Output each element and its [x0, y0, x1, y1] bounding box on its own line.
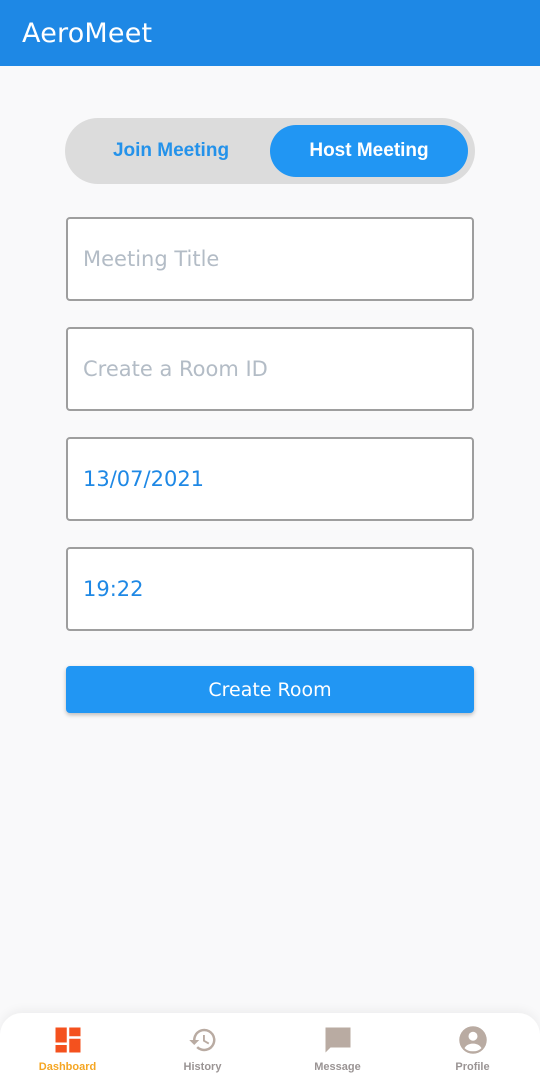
- bottom-navigation: Dashboard History Message Profile: [0, 1013, 540, 1077]
- message-icon: [325, 1027, 350, 1053]
- nav-item-dashboard[interactable]: Dashboard: [0, 1013, 135, 1077]
- host-meeting-tab[interactable]: Host Meeting: [270, 125, 468, 177]
- nav-label-message: Message: [314, 1061, 361, 1073]
- date-value: 13/07/2021: [83, 467, 205, 491]
- room-id-input[interactable]: Create a Room ID: [66, 327, 474, 411]
- date-field[interactable]: 13/07/2021: [66, 437, 474, 521]
- meeting-title-input[interactable]: Meeting Title: [66, 217, 474, 301]
- profile-icon: [458, 1026, 487, 1054]
- nav-item-history[interactable]: History: [135, 1013, 270, 1077]
- nav-label-history: History: [183, 1061, 222, 1073]
- nav-item-message[interactable]: Message: [270, 1013, 405, 1077]
- meeting-mode-toggle: Join Meeting Host Meeting: [65, 118, 475, 184]
- nav-item-profile[interactable]: Profile: [405, 1013, 540, 1077]
- nav-label-profile: Profile: [455, 1061, 490, 1073]
- join-meeting-tab[interactable]: Join Meeting: [72, 125, 270, 177]
- dashboard-icon: [55, 1027, 80, 1053]
- time-value: 19:22: [83, 577, 144, 601]
- app-bar: AeroMeet: [0, 0, 540, 66]
- app-title: AeroMeet: [22, 17, 153, 49]
- time-field[interactable]: 19:22: [66, 547, 474, 631]
- history-icon: [188, 1028, 215, 1052]
- meeting-title-placeholder: Meeting Title: [83, 247, 220, 271]
- nav-label-dashboard: Dashboard: [38, 1061, 97, 1073]
- room-id-placeholder: Create a Room ID: [83, 357, 268, 381]
- create-room-button[interactable]: Create Room: [66, 666, 474, 713]
